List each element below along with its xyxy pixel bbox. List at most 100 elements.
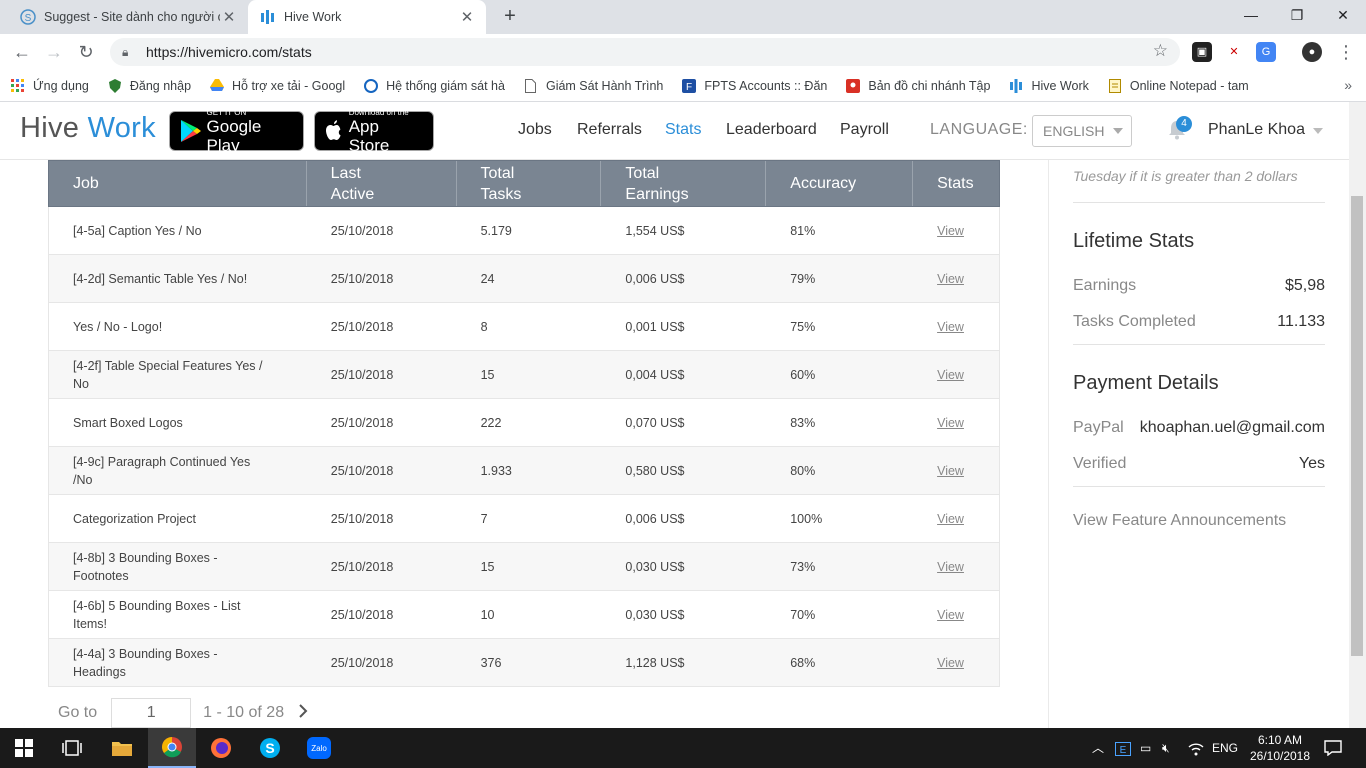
google-play-badge[interactable]: GET IT ON Google Play [169, 108, 304, 155]
browser-tab-suggest[interactable]: S Suggest - Site dành cho người ch ✕ [8, 0, 248, 34]
menu-kebab-icon[interactable]: ⋮ [1334, 41, 1358, 65]
task-view-icon[interactable] [48, 728, 96, 768]
scrollbar-thumb[interactable] [1351, 196, 1363, 656]
firefox-icon[interactable] [197, 728, 245, 768]
last-active-cell: 25/10/2018 [330, 607, 394, 622]
battery-icon[interactable]: ▭ [1140, 728, 1151, 768]
reload-icon[interactable]: ↻ [74, 41, 98, 65]
taskbar-clock[interactable]: 6:10 AM 26/10/2018 [1240, 732, 1320, 764]
forward-arrow-icon[interactable]: → [42, 41, 66, 65]
view-stats-link[interactable]: View [937, 414, 964, 432]
bookmark-login[interactable]: Đăng nhập [107, 78, 191, 94]
view-stats-link[interactable]: View [937, 558, 964, 576]
tab-title: Suggest - Site dành cho người ch [44, 10, 220, 24]
bookmark-label: Online Notepad - tam [1129, 78, 1249, 93]
accuracy-cell: 68% [790, 655, 816, 670]
zalo-icon[interactable]: Zalo [295, 728, 343, 768]
chrome-taskbar-icon[interactable] [148, 728, 196, 768]
action-center-icon[interactable] [1324, 728, 1342, 768]
last-active-cell: 25/10/2018 [330, 559, 394, 574]
total-earnings-cell: 0,001 US$ [625, 319, 685, 334]
browser-tab-hive-work[interactable]: Hive Work ✕ [248, 0, 486, 34]
total-tasks-cell: 376 [480, 655, 502, 670]
clock-time: 6:10 AM [1257, 733, 1303, 747]
accuracy-cell: 83% [790, 415, 816, 430]
last-active-cell: 25/10/2018 [330, 367, 394, 382]
tasks-completed-value: 11.133 [1277, 313, 1325, 330]
total-tasks-cell: 222 [480, 415, 502, 430]
last-active-cell: 25/10/2018 [330, 415, 394, 430]
chevron-right-icon[interactable] [298, 703, 308, 723]
new-tab-button[interactable]: + [498, 5, 522, 29]
view-stats-link[interactable]: View [937, 654, 964, 672]
view-stats-link[interactable]: View [937, 318, 964, 336]
bookmark-google-drive[interactable]: Hỗ trợ xe tải - Googl [209, 78, 345, 94]
user-menu-chevron-icon[interactable] [1313, 128, 1323, 134]
file-explorer-icon[interactable] [98, 728, 146, 768]
back-arrow-icon[interactable]: ← [10, 41, 34, 65]
maximize-button[interactable]: ❐ [1274, 0, 1320, 30]
job-stats-table: Job Last Active Total Tasks Total Earnin… [48, 160, 1000, 687]
job-name-cell: [4-9c] Paragraph Continued Yes /No [73, 454, 251, 487]
close-window-button[interactable]: ✕ [1320, 0, 1366, 30]
input-language[interactable]: ENG [1212, 728, 1238, 768]
view-feature-announcements-link[interactable]: View Feature Announcements [1073, 512, 1325, 530]
total-tasks-cell: 15 [480, 559, 495, 574]
total-tasks-cell: 5.179 [480, 223, 512, 238]
bookmark-hive-work[interactable]: Hive Work [1008, 78, 1089, 94]
wifi-icon[interactable] [1188, 728, 1204, 768]
speaker-muted-icon[interactable]: 🔇︎ [1162, 728, 1170, 768]
bookmark-fpts[interactable]: F FPTS Accounts :: Đăn [681, 78, 827, 94]
view-stats-link[interactable]: View [937, 366, 964, 384]
bookmark-star-icon[interactable]: ☆ [1153, 41, 1168, 61]
logo-text: Hive [20, 112, 80, 144]
translate-extension-icon[interactable]: G [1256, 42, 1276, 62]
bookmark-map[interactable]: Bản đồ chi nhánh Tập [845, 78, 990, 94]
view-stats-link[interactable]: View [937, 222, 964, 240]
nav-payroll[interactable]: Payroll [840, 102, 889, 160]
monitor-site-icon [363, 78, 379, 94]
accuracy-cell: 60% [790, 367, 816, 382]
stats-cell: View [913, 639, 999, 686]
view-stats-link[interactable]: View [937, 270, 964, 288]
stats-cell: View [913, 351, 999, 398]
total-earnings-cell: 0,030 US$ [625, 559, 685, 574]
language-select[interactable]: ENGLISH [1032, 115, 1132, 147]
hive-work-logo[interactable]: Hive Work [20, 112, 156, 145]
nav-referrals[interactable]: Referrals [577, 102, 642, 160]
bookmark-monitoring[interactable]: Hệ thống giám sát hà [363, 78, 505, 94]
view-stats-link[interactable]: View [937, 606, 964, 624]
badge-big-text: App Store [348, 116, 390, 155]
nav-jobs[interactable]: Jobs [518, 102, 552, 160]
view-stats-link[interactable]: View [937, 462, 964, 480]
total-earnings-cell: 1,554 US$ [625, 223, 685, 238]
app-store-badge[interactable]: Download on the App Store [314, 108, 434, 155]
bookmarks-overflow-icon[interactable]: » [1344, 77, 1352, 93]
job-name-cell: [4-2f] Table Special Features Yes / No [73, 358, 263, 391]
bookmark-journey[interactable]: Giám Sát Hành Trình [523, 78, 663, 94]
username[interactable]: PhanLe Khoa [1208, 102, 1305, 158]
column-header-job: Job [49, 161, 307, 206]
tray-overflow-chevron-icon[interactable]: ︿ [1092, 728, 1104, 768]
skype-icon[interactable]: S [246, 728, 294, 768]
hive-favicon-icon [1008, 78, 1024, 94]
bookmark-apps[interactable]: Ứng dụng [10, 78, 89, 94]
minimize-button[interactable]: — [1228, 0, 1274, 30]
extension-icon[interactable]: ▣ [1192, 42, 1212, 62]
nav-stats[interactable]: Stats [665, 102, 701, 160]
address-bar[interactable]: 🔒︎ https://hivemicro.com/stats ☆ [110, 38, 1180, 66]
windows-taskbar: S Zalo ︿ E ▭ 🔇︎ ENG 6:10 AM 26/10/2018 [0, 728, 1366, 768]
close-icon[interactable]: ✕ [458, 8, 476, 26]
nav-leaderboard[interactable]: Leaderboard [726, 102, 817, 160]
windows-start-icon[interactable] [0, 728, 48, 768]
payment-details-title: Payment Details [1073, 372, 1219, 394]
table-row: [4-5a] Caption Yes / No 25/10/2018 5.179 1,… [48, 207, 1000, 255]
bookmark-notepad[interactable]: Online Notepad - tam [1107, 78, 1249, 94]
mute-extension-icon[interactable]: ✕ [1224, 42, 1244, 62]
view-stats-link[interactable]: View [937, 510, 964, 528]
tray-app-icon[interactable]: E [1115, 728, 1131, 768]
page-number-input[interactable]: 1 [111, 698, 192, 728]
profile-avatar-icon[interactable]: ● [1302, 42, 1322, 62]
close-icon[interactable]: ✕ [220, 8, 238, 26]
stats-cell: View [913, 591, 999, 638]
